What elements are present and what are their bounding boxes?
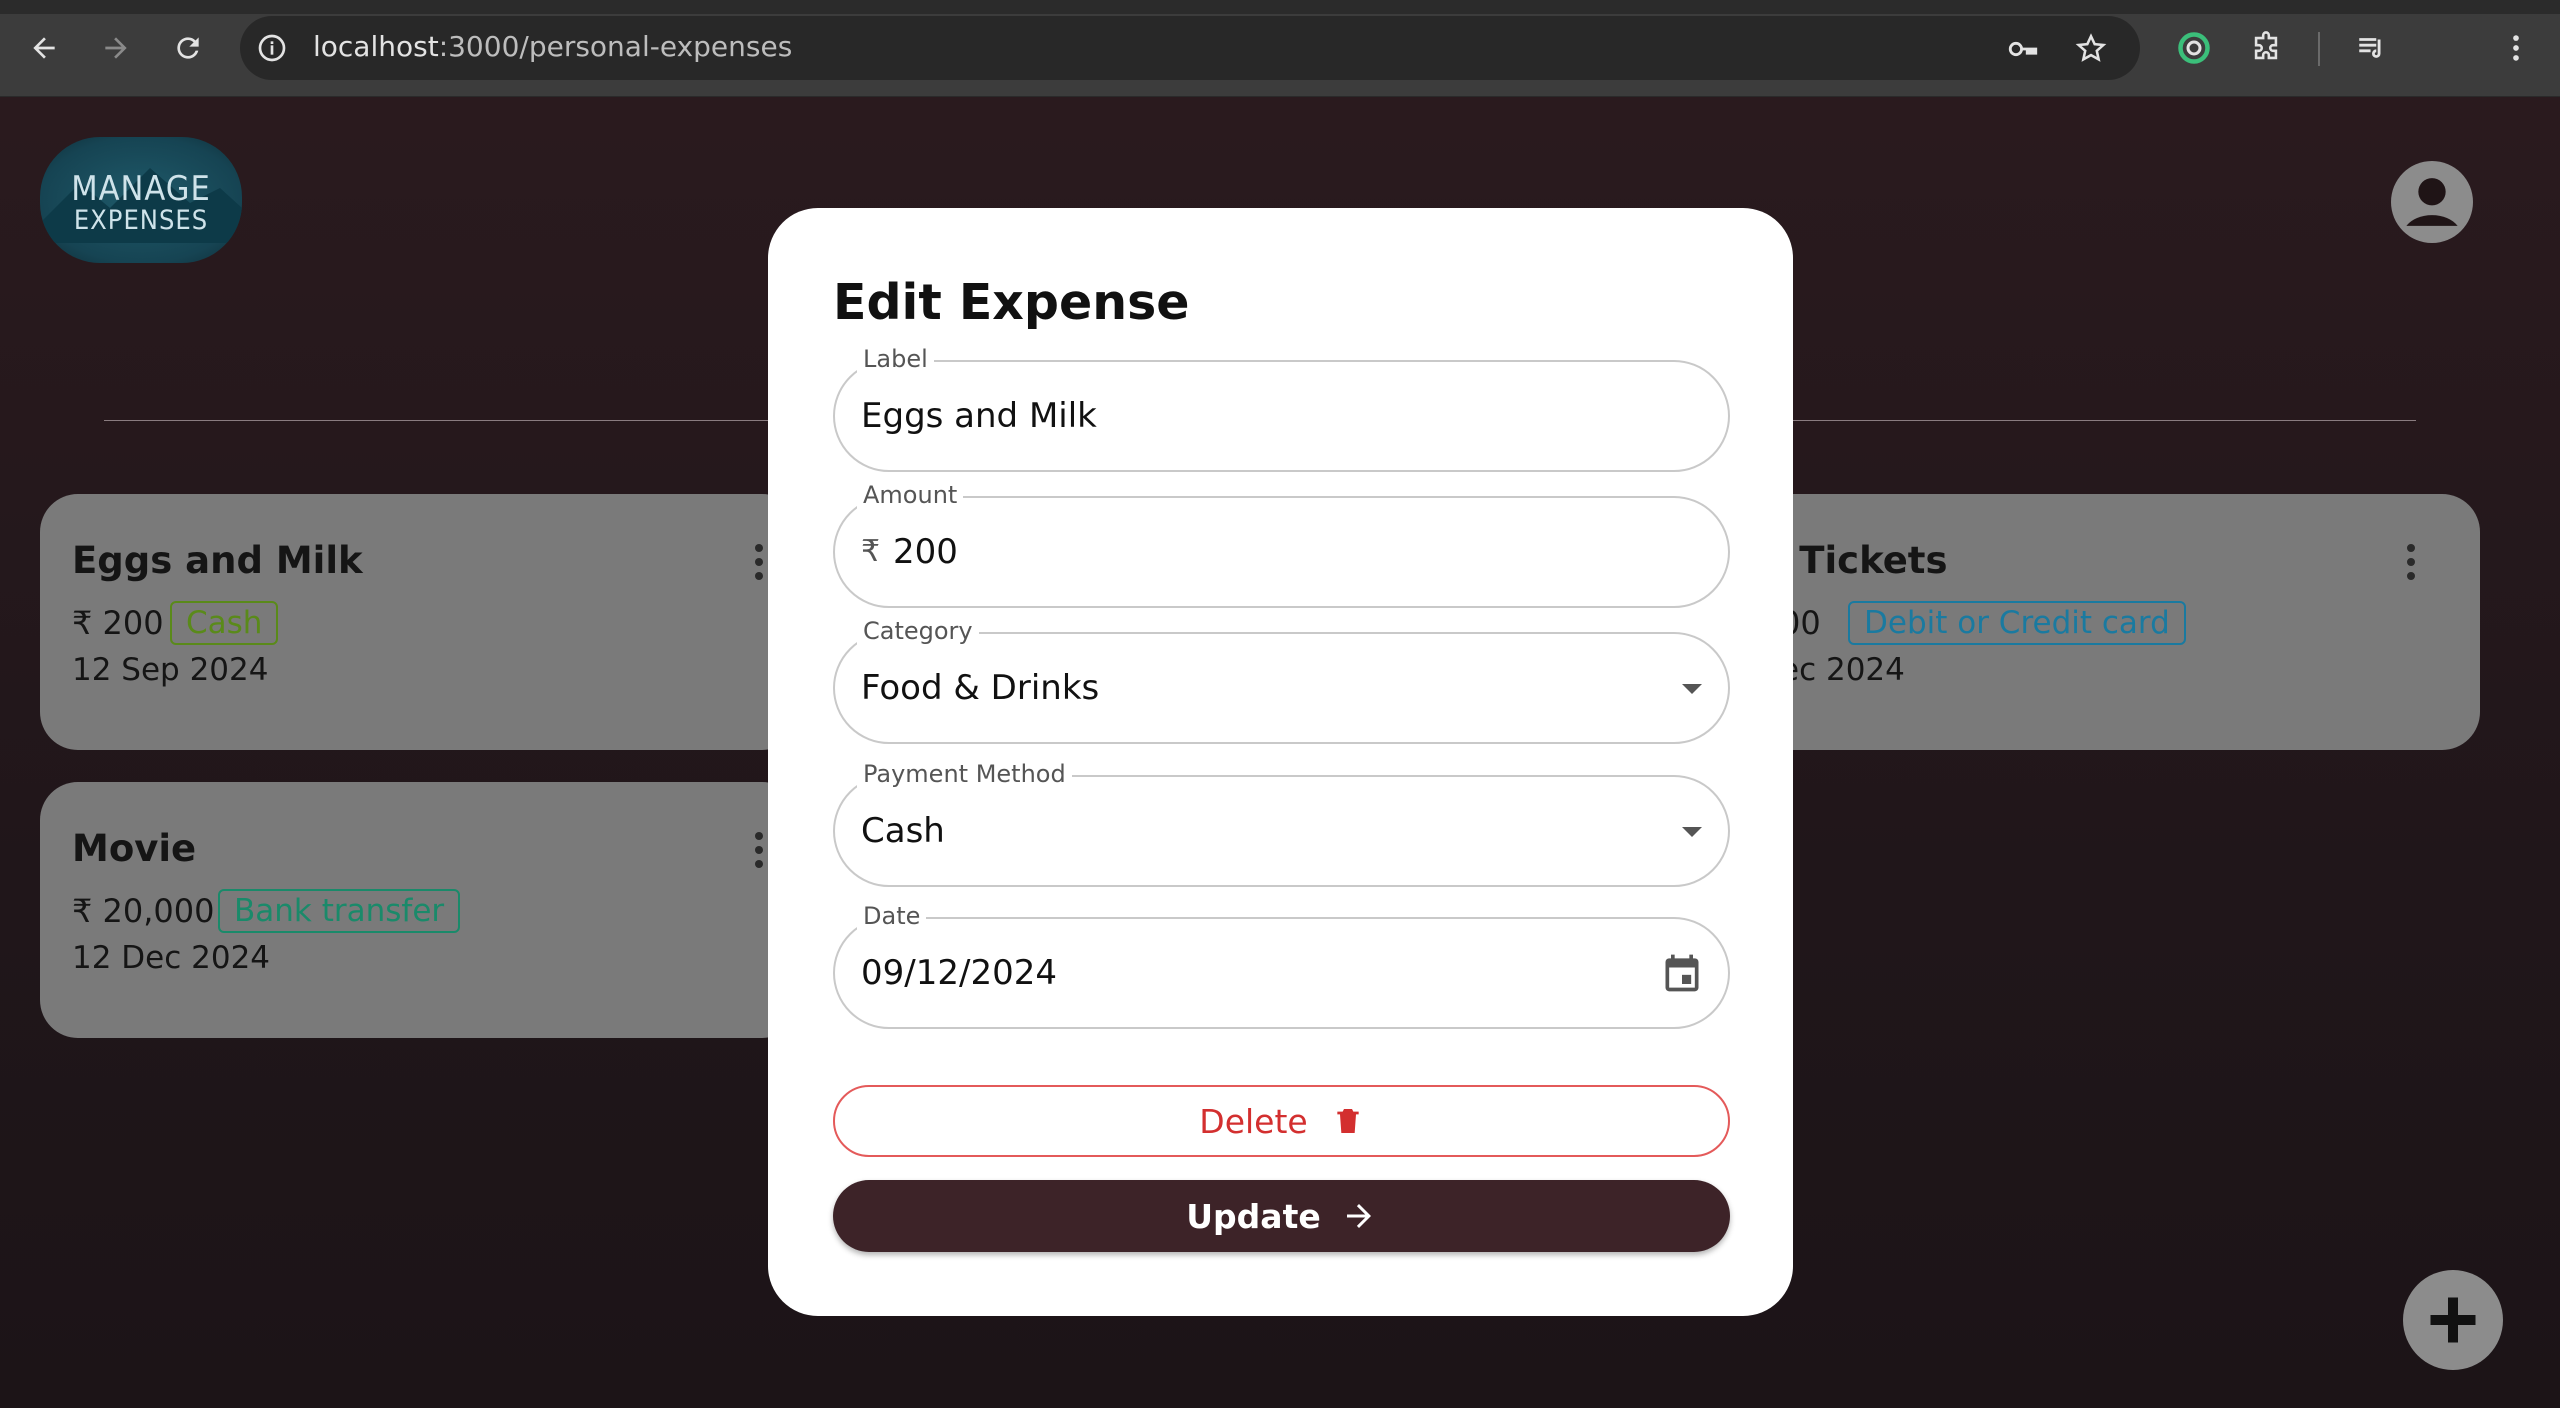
payment-field-value: Cash xyxy=(861,811,945,851)
date-field[interactable]: Date 09/12/2024 xyxy=(833,902,1730,1029)
expense-card[interactable]: Movie ₹ 20,000 Bank transfer 12 Dec 2024 xyxy=(40,782,800,1038)
url-path: :3000/personal-expenses xyxy=(438,30,793,63)
payment-method-select[interactable]: Payment Method Cash xyxy=(833,760,1730,887)
category-field-value: Food & Drinks xyxy=(861,668,1100,708)
logo-line1: MANAGE xyxy=(71,169,211,209)
label-field[interactable]: Label Eggs and Milk xyxy=(833,345,1730,472)
toolbar-separator xyxy=(2318,32,2320,66)
reload-button[interactable] xyxy=(166,26,210,70)
expense-title: Eggs and Milk xyxy=(72,539,363,582)
payment-badge: Bank transfer xyxy=(218,889,461,933)
site-info-icon[interactable] xyxy=(256,32,288,64)
extension-button[interactable] xyxy=(2174,28,2214,68)
payment-badge: Debit or Credit card xyxy=(1848,601,2186,645)
playlist-icon xyxy=(2359,38,2381,58)
extensions-button[interactable] xyxy=(2246,28,2286,68)
browser-menu-button[interactable] xyxy=(2496,28,2536,68)
reload-icon xyxy=(177,37,199,59)
url-host: localhost xyxy=(313,30,439,63)
payment-badge: Cash xyxy=(170,601,279,645)
arrow-right-icon xyxy=(105,37,127,59)
edit-expense-dialog: Edit Expense Label Eggs and Milk Amount … xyxy=(768,208,1793,1316)
date-field-label: Date xyxy=(857,902,927,930)
label-field-value: Eggs and Milk xyxy=(861,396,1097,436)
logo-line2: EXPENSES xyxy=(73,205,209,236)
browser-toolbar: localhost:3000/personal-expenses xyxy=(0,0,2560,97)
card-menu-icon[interactable] xyxy=(754,832,764,872)
payment-field-label: Payment Method xyxy=(857,760,1072,788)
media-button[interactable] xyxy=(2352,28,2392,68)
delete-button[interactable]: Delete xyxy=(833,1085,1730,1157)
more-vert-icon xyxy=(2513,35,2519,61)
expense-date: 12 Sep 2024 xyxy=(72,652,269,688)
chevron-down-icon[interactable] xyxy=(1682,684,1702,694)
dialog-title: Edit Expense xyxy=(833,274,1190,331)
expense-amount: ₹ 200 xyxy=(72,604,164,642)
date-field-value: 09/12/2024 xyxy=(861,953,1057,993)
card-menu-icon[interactable] xyxy=(754,544,764,584)
forward-button[interactable] xyxy=(94,26,138,70)
amount-field[interactable]: Amount ₹ 200 xyxy=(833,481,1730,608)
puzzle-icon xyxy=(2254,31,2278,60)
chevron-down-icon[interactable] xyxy=(1682,827,1702,837)
expense-date: 12 Dec 2024 xyxy=(72,940,271,976)
plus-icon xyxy=(2430,1297,2476,1343)
update-button[interactable]: Update xyxy=(833,1180,1730,1252)
account-avatar-icon[interactable] xyxy=(2391,161,2473,243)
update-button-label: Update xyxy=(1186,1196,1321,1236)
rupee-prefix: ₹ xyxy=(861,534,881,569)
expense-date: ec 2024 xyxy=(1780,652,1905,688)
tab-strip xyxy=(0,0,2560,14)
address-bar[interactable]: localhost:3000/personal-expenses xyxy=(240,16,2140,80)
label-field-label: Label xyxy=(857,345,934,373)
arrow-left-icon xyxy=(33,37,55,59)
extension-ring-icon xyxy=(2178,32,2210,64)
trash-icon xyxy=(1337,1109,1359,1133)
app-logo[interactable]: MANAGE EXPENSES xyxy=(40,137,242,263)
category-field-label: Category xyxy=(857,617,979,645)
delete-button-label: Delete xyxy=(1199,1101,1308,1141)
key-icon[interactable] xyxy=(2006,32,2040,66)
expense-card[interactable]: Eggs and Milk ₹ 200 Cash 12 Sep 2024 xyxy=(40,494,800,750)
url-text: localhost:3000/personal-expenses xyxy=(313,30,792,63)
category-select[interactable]: Category Food & Drinks xyxy=(833,617,1730,744)
card-menu-icon[interactable] xyxy=(2406,544,2416,584)
amount-field-value: 200 xyxy=(893,532,958,572)
bookmark-star-icon[interactable] xyxy=(2074,32,2108,66)
expense-title: Movie xyxy=(72,827,197,870)
calendar-icon[interactable] xyxy=(1660,951,1704,995)
amount-field-label: Amount xyxy=(857,481,964,509)
add-expense-button[interactable] xyxy=(2403,1270,2503,1370)
expense-amount: ₹ 20,000 xyxy=(72,892,215,930)
back-button[interactable] xyxy=(22,26,66,70)
arrow-right-icon xyxy=(1346,1204,1371,1228)
